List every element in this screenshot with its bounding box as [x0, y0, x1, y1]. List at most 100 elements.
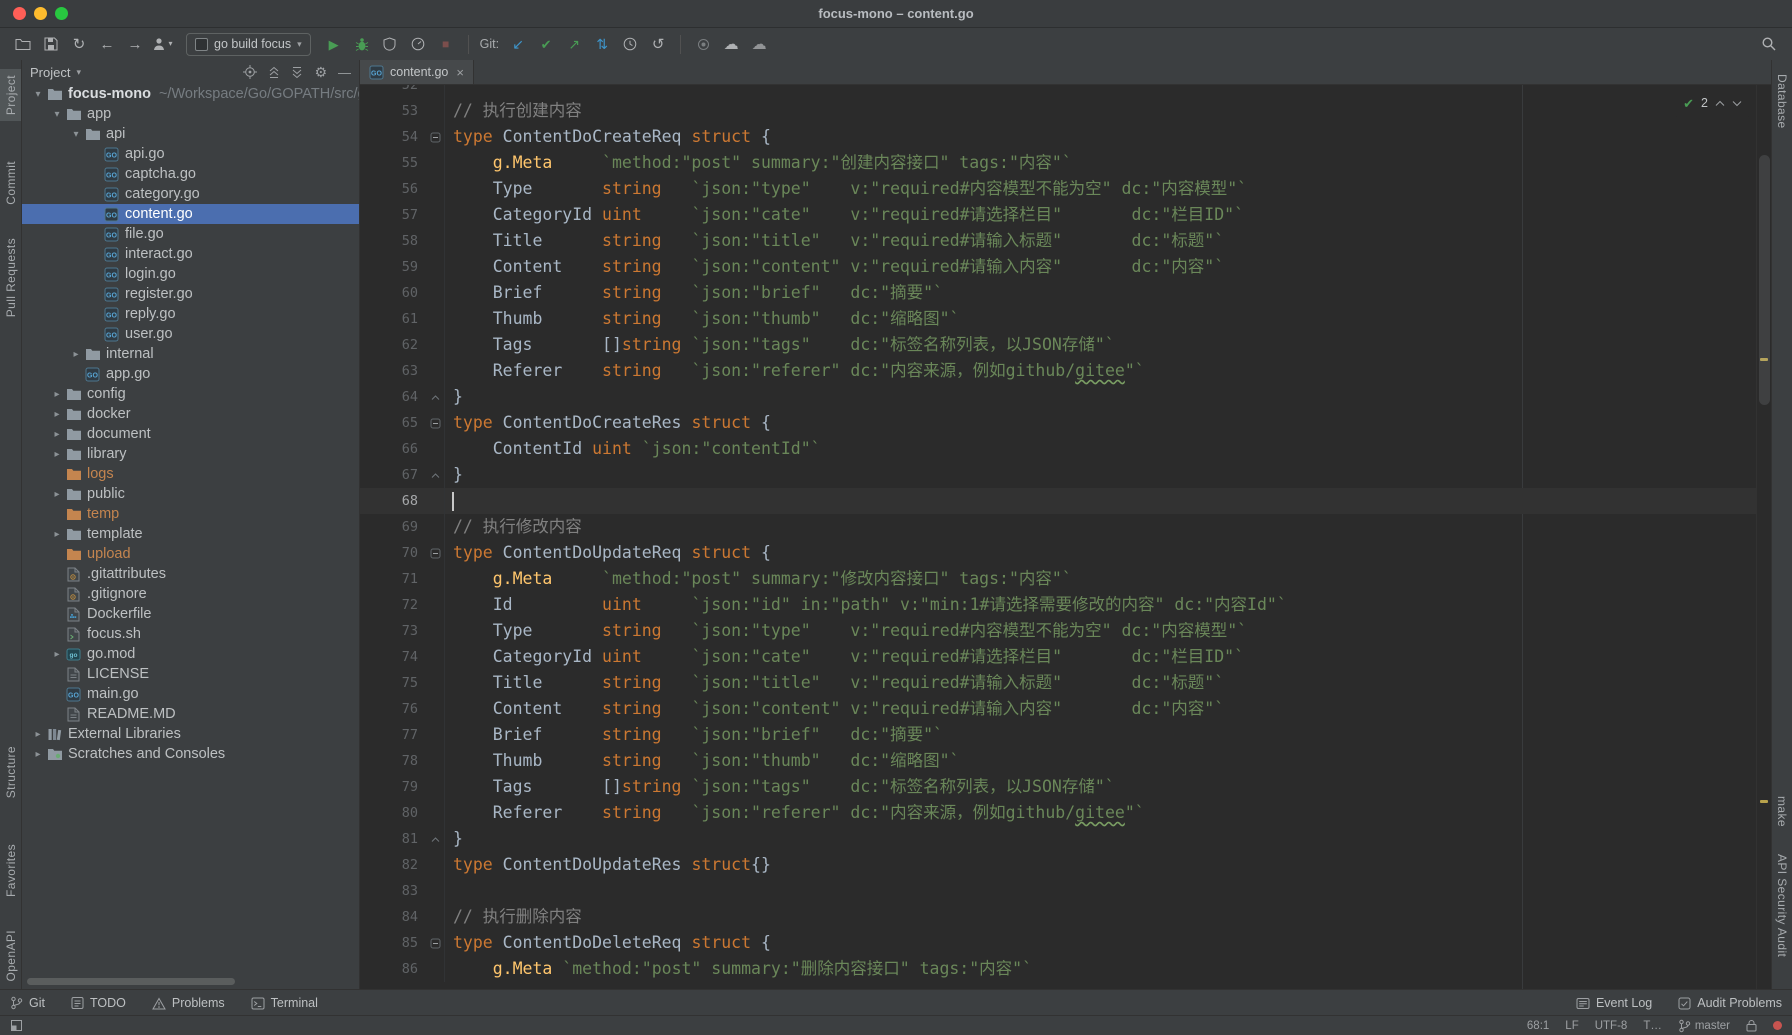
tool-stripe-make[interactable]: make	[1772, 790, 1792, 833]
tree-item-public[interactable]: ▸public	[22, 484, 359, 504]
chevron-down-icon[interactable]	[1732, 100, 1742, 107]
chevron-right-icon[interactable]: ▸	[49, 529, 65, 540]
chevron-right-icon[interactable]: ▸	[30, 749, 46, 760]
code-line[interactable]: 68	[360, 488, 1757, 514]
tree-item-captcha-go[interactable]: GOcaptcha.go	[22, 164, 359, 184]
tree-item-docker[interactable]: ▸docker	[22, 404, 359, 424]
code-line[interactable]: 54type ContentDoCreateReq struct {	[360, 124, 1757, 150]
save-icon[interactable]	[38, 32, 64, 56]
code-line[interactable]: 56 Type string `json:"type" v:"required#…	[360, 176, 1757, 202]
file-encoding[interactable]: UTF-8	[1595, 1020, 1628, 1032]
code-line[interactable]: 60 Brief string `json:"brief" dc:"摘要"`	[360, 280, 1757, 306]
chevron-right-icon[interactable]: ▸	[49, 489, 65, 500]
tree-item-readme-md[interactable]: README.MD	[22, 704, 359, 724]
tree-item-focus-mono[interactable]: ▾focus-mono~/Workspace/Go/GOPATH/src/git…	[22, 84, 359, 104]
tree-item-external-libraries[interactable]: ▸External Libraries	[22, 724, 359, 744]
tree-item-scratches-and-consoles[interactable]: ▸Scratches and Consoles	[22, 744, 359, 764]
expand-all-icon[interactable]	[291, 66, 303, 79]
line-number[interactable]: 65	[360, 410, 426, 436]
chevron-right-icon[interactable]: ▸	[49, 449, 65, 460]
line-number[interactable]: 69	[360, 514, 426, 540]
tree-item-go-mod[interactable]: ▸gogo.mod	[22, 644, 359, 664]
close-window-button[interactable]	[13, 7, 26, 20]
code-line[interactable]: 59 Content string `json:"content" v:"req…	[360, 254, 1757, 280]
code-line[interactable]: 82type ContentDoUpdateRes struct{}	[360, 852, 1757, 878]
chevron-right-icon[interactable]: ▸	[49, 429, 65, 440]
tree-item-temp[interactable]: temp	[22, 504, 359, 524]
chevron-down-icon[interactable]: ▾	[30, 89, 46, 100]
tool-stripe-api-security-audit[interactable]: API Security Audit	[1772, 848, 1792, 963]
line-number[interactable]: 81	[360, 826, 426, 852]
minimize-window-button[interactable]	[34, 7, 47, 20]
code-line[interactable]: 58 Title string `json:"title" v:"require…	[360, 228, 1757, 254]
run-icon[interactable]: ▶	[321, 32, 347, 56]
line-number[interactable]: 64	[360, 384, 426, 410]
toolwindow-button-git[interactable]: Git	[10, 996, 45, 1010]
code-line[interactable]: 62 Tags []string `json:"tags" dc:"标签名称列表…	[360, 332, 1757, 358]
toolwindow-switcher-icon[interactable]	[10, 1019, 23, 1032]
code-line[interactable]: 63 Referer string `json:"referer" dc:"内容…	[360, 358, 1757, 384]
fold-end-icon[interactable]	[426, 384, 445, 410]
line-number[interactable]: 58	[360, 228, 426, 254]
tree-item-dockerfile[interactable]: Dockerfile	[22, 604, 359, 624]
tree-item-upload[interactable]: upload	[22, 544, 359, 564]
tree-item-logs[interactable]: logs	[22, 464, 359, 484]
code-line[interactable]: 65type ContentDoCreateRes struct {	[360, 410, 1757, 436]
code-line[interactable]: 75 Title string `json:"title" v:"require…	[360, 670, 1757, 696]
locate-icon[interactable]	[243, 65, 257, 79]
tree-item-main-go[interactable]: GOmain.go	[22, 684, 359, 704]
search-icon[interactable]	[1756, 32, 1782, 56]
zoom-window-button[interactable]	[55, 7, 68, 20]
code-line[interactable]: 61 Thumb string `json:"thumb" dc:"缩略图"`	[360, 306, 1757, 332]
tree-item-config[interactable]: ▸config	[22, 384, 359, 404]
line-number[interactable]: 83	[360, 878, 426, 904]
chevron-right-icon[interactable]: ▸	[68, 349, 84, 360]
project-view-title[interactable]: Project	[30, 65, 70, 80]
debug-icon[interactable]	[349, 32, 375, 56]
line-number[interactable]: 86	[360, 956, 426, 982]
code-line[interactable]: 86 g.Meta `method:"post" summary:"删除内容接口…	[360, 956, 1757, 982]
line-number[interactable]: 82	[360, 852, 426, 878]
chevron-right-icon[interactable]: ▸	[49, 649, 65, 660]
chevron-up-icon[interactable]	[1715, 100, 1725, 107]
code-line[interactable]: 57 CategoryId uint `json:"cate" v:"requi…	[360, 202, 1757, 228]
stealth-icon[interactable]	[690, 32, 716, 56]
tree-item-reply-go[interactable]: GOreply.go	[22, 304, 359, 324]
collapse-all-icon[interactable]	[268, 66, 280, 79]
update-project-icon[interactable]: ↙	[505, 32, 531, 56]
code-line[interactable]: 72 Id uint `json:"id" in:"path" v:"min:1…	[360, 592, 1757, 618]
git-branch-widget[interactable]: master	[1678, 1019, 1730, 1033]
stop-icon[interactable]: ■	[433, 32, 459, 56]
forward-icon[interactable]: →	[122, 32, 148, 56]
code-line[interactable]: 80 Referer string `json:"referer" dc:"内容…	[360, 800, 1757, 826]
line-number[interactable]: 57	[360, 202, 426, 228]
tree-item-internal[interactable]: ▸internal	[22, 344, 359, 364]
hide-icon[interactable]: —	[338, 66, 351, 79]
line-separator[interactable]: LF	[1565, 1020, 1578, 1032]
push-icon[interactable]: ↗	[561, 32, 587, 56]
sync-icon[interactable]: ↻	[66, 32, 92, 56]
code-line[interactable]: 52	[360, 85, 1757, 98]
horizontal-scrollbar[interactable]	[27, 978, 235, 985]
code-line[interactable]: 84// 执行删除内容	[360, 904, 1757, 930]
code-line[interactable]: 78 Thumb string `json:"thumb" dc:"缩略图"`	[360, 748, 1757, 774]
tab-content-go[interactable]: GO content.go ×	[360, 60, 474, 84]
tree-item-api-go[interactable]: GOapi.go	[22, 144, 359, 164]
code-with-me-icon[interactable]: ▾	[150, 32, 176, 56]
code-line[interactable]: 70type ContentDoUpdateReq struct {	[360, 540, 1757, 566]
tree-item-focus-sh[interactable]: focus.sh	[22, 624, 359, 644]
line-number[interactable]: 70	[360, 540, 426, 566]
ide-error-indicator[interactable]	[1773, 1021, 1782, 1030]
tool-stripe-commit[interactable]: Commit	[0, 155, 21, 211]
line-number[interactable]: 73	[360, 618, 426, 644]
line-number[interactable]: 75	[360, 670, 426, 696]
chevron-down-icon[interactable]: ▾	[68, 129, 84, 140]
toolwindow-button-terminal[interactable]: Terminal	[251, 996, 318, 1010]
code-line[interactable]: 64}	[360, 384, 1757, 410]
code-line[interactable]: 76 Content string `json:"content" v:"req…	[360, 696, 1757, 722]
code-line[interactable]: 74 CategoryId uint `json:"cate" v:"requi…	[360, 644, 1757, 670]
tool-stripe-pull-requests[interactable]: Pull Requests	[0, 232, 21, 323]
toolwindow-button-event-log[interactable]: Event Log	[1576, 996, 1652, 1010]
tree-item-document[interactable]: ▸document	[22, 424, 359, 444]
tree-item-app-go[interactable]: GOapp.go	[22, 364, 359, 384]
